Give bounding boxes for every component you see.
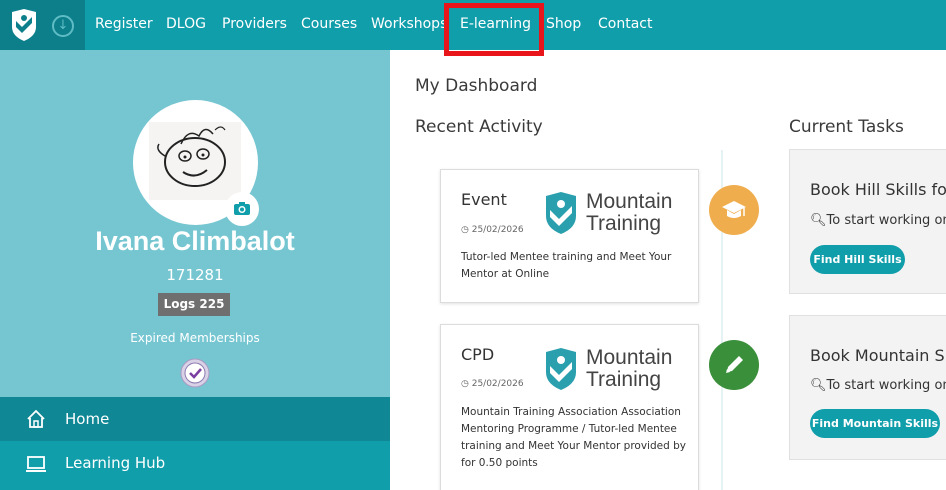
- nav-dlog[interactable]: DLOG: [166, 16, 206, 32]
- profile-name: Ivana Climbalot: [95, 226, 295, 256]
- pencil-icon: [726, 356, 743, 373]
- current-tasks-heading: Current Tasks: [789, 117, 904, 137]
- activity-description: Tutor-led Mentee training and Meet Your …: [461, 251, 672, 280]
- activity-date: ◷ 25/02/2026: [461, 379, 524, 389]
- graduation-cap-icon: [722, 201, 746, 218]
- laptop-icon: [26, 456, 46, 472]
- home-icon: [27, 409, 45, 428]
- nav-workshops[interactable]: Workshops: [371, 16, 447, 32]
- nav-providers[interactable]: Providers: [222, 16, 287, 32]
- task-subtitle-text: To start working on: [826, 213, 946, 228]
- activity-bubble-cpd: [709, 340, 759, 390]
- sidebar-item-home[interactable]: Home: [0, 397, 390, 441]
- nav-register[interactable]: Register: [95, 16, 153, 32]
- page-title: My Dashboard: [415, 76, 538, 96]
- mountain-training-shield-icon: [546, 348, 576, 390]
- sidebar-item-learning-hub[interactable]: Learning Hub: [0, 441, 390, 490]
- logo-icon: [12, 9, 36, 41]
- task-subtitle-text: To start working on: [826, 378, 946, 393]
- activity-date-text: 25/02/2026: [471, 225, 524, 235]
- activity-card-cpd[interactable]: CPD Mountain Training ◷ 25/02/2026 Mount…: [440, 324, 699, 490]
- logo-text-line2: Training: [586, 212, 662, 235]
- find-hill-skills-button[interactable]: Find Hill Skills: [810, 245, 905, 274]
- task-subtitle: 🔍︎To start working on: [810, 213, 946, 228]
- membership-badge-icon[interactable]: [180, 358, 210, 388]
- search-icon: 🔍︎: [810, 213, 827, 228]
- membership-status: Expired Memberships: [130, 331, 260, 345]
- find-mountain-skills-button[interactable]: Find Mountain Skills: [810, 409, 940, 438]
- logs-badge[interactable]: Logs 225: [158, 293, 230, 316]
- nav-contact[interactable]: Contact: [598, 16, 652, 32]
- clock-icon: ◷: [461, 379, 472, 389]
- search-icon: 🔍︎: [810, 378, 827, 393]
- activity-card-event[interactable]: Event Mountain Training ◷ 25/02/2026 Tut…: [440, 169, 699, 303]
- activity-type: Event: [461, 190, 507, 209]
- activity-date-text: 25/02/2026: [471, 379, 524, 389]
- logo-text-line1: Mountain: [586, 346, 673, 369]
- clock-icon: ◷: [461, 225, 472, 235]
- highlight-annotation-box: [444, 3, 544, 56]
- activity-type: CPD: [461, 345, 495, 364]
- nav-courses[interactable]: Courses: [301, 16, 357, 32]
- task-subtitle: 🔍︎To start working on: [810, 378, 946, 393]
- activity-description: Mountain Training Association Associatio…: [461, 406, 686, 469]
- site-logo[interactable]: ↓: [0, 0, 85, 50]
- sidebar-item-label: Home: [65, 410, 110, 428]
- sidebar-item-label: Learning Hub: [65, 454, 166, 472]
- nav-shop[interactable]: Shop: [546, 16, 581, 32]
- change-photo-button[interactable]: [225, 192, 259, 226]
- task-card-hill-skills: Book Hill Skills for 🔍︎To start working …: [789, 149, 946, 294]
- logo-text-line2: Training: [586, 368, 662, 391]
- profile-id: 171281: [166, 266, 224, 284]
- task-title: Book Mountain Sk: [810, 346, 946, 365]
- mountain-training-logo: Mountain Training: [544, 190, 684, 238]
- activity-bubble-event: [709, 185, 759, 235]
- task-title: Book Hill Skills for: [810, 180, 946, 199]
- recent-activity-heading: Recent Activity: [415, 117, 543, 137]
- activity-date: ◷ 25/02/2026: [461, 225, 524, 235]
- task-card-mountain-skills: Book Mountain Sk 🔍︎To start working on F…: [789, 315, 946, 460]
- mountain-training-shield-icon: [546, 192, 576, 234]
- logo-text-line1: Mountain: [586, 190, 673, 213]
- camera-icon: [234, 202, 250, 215]
- mountain-training-logo: Mountain Training: [544, 346, 684, 394]
- download-icon[interactable]: ↓: [52, 15, 74, 37]
